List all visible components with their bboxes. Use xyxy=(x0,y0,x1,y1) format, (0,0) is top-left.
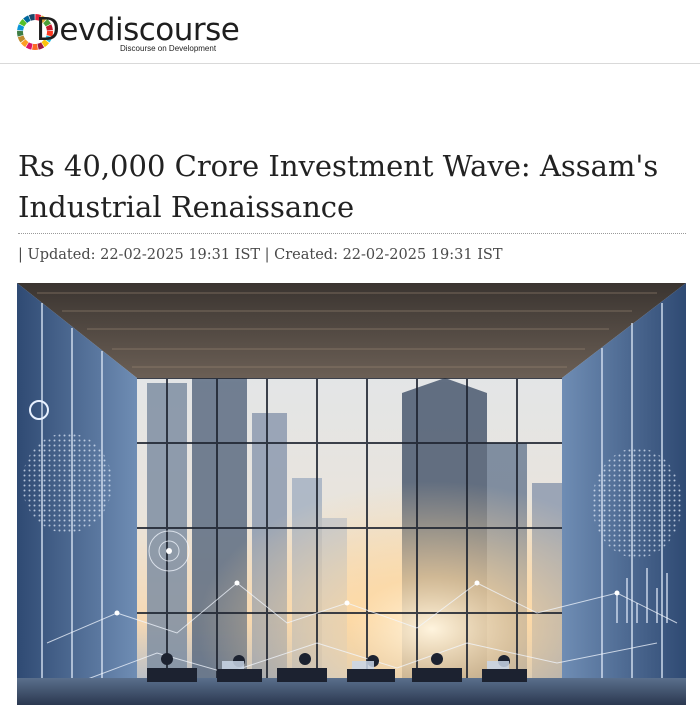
title-divider xyxy=(18,233,686,234)
hero-image xyxy=(17,283,686,705)
article-meta: | Updated: 22-02-2025 19:31 IST | Create… xyxy=(18,247,503,263)
logo-tagline: Discourse on Development xyxy=(120,44,217,53)
devdiscourse-logo[interactable]: Devdiscourse Discourse on Development xyxy=(16,10,240,58)
office-skyline-illustration xyxy=(17,283,686,705)
article-title: Rs 40,000 Crore Investment Wave: Assam's… xyxy=(18,149,659,224)
ring-segment xyxy=(17,30,24,37)
site-header: Devdiscourse Discourse on Development xyxy=(0,0,700,64)
